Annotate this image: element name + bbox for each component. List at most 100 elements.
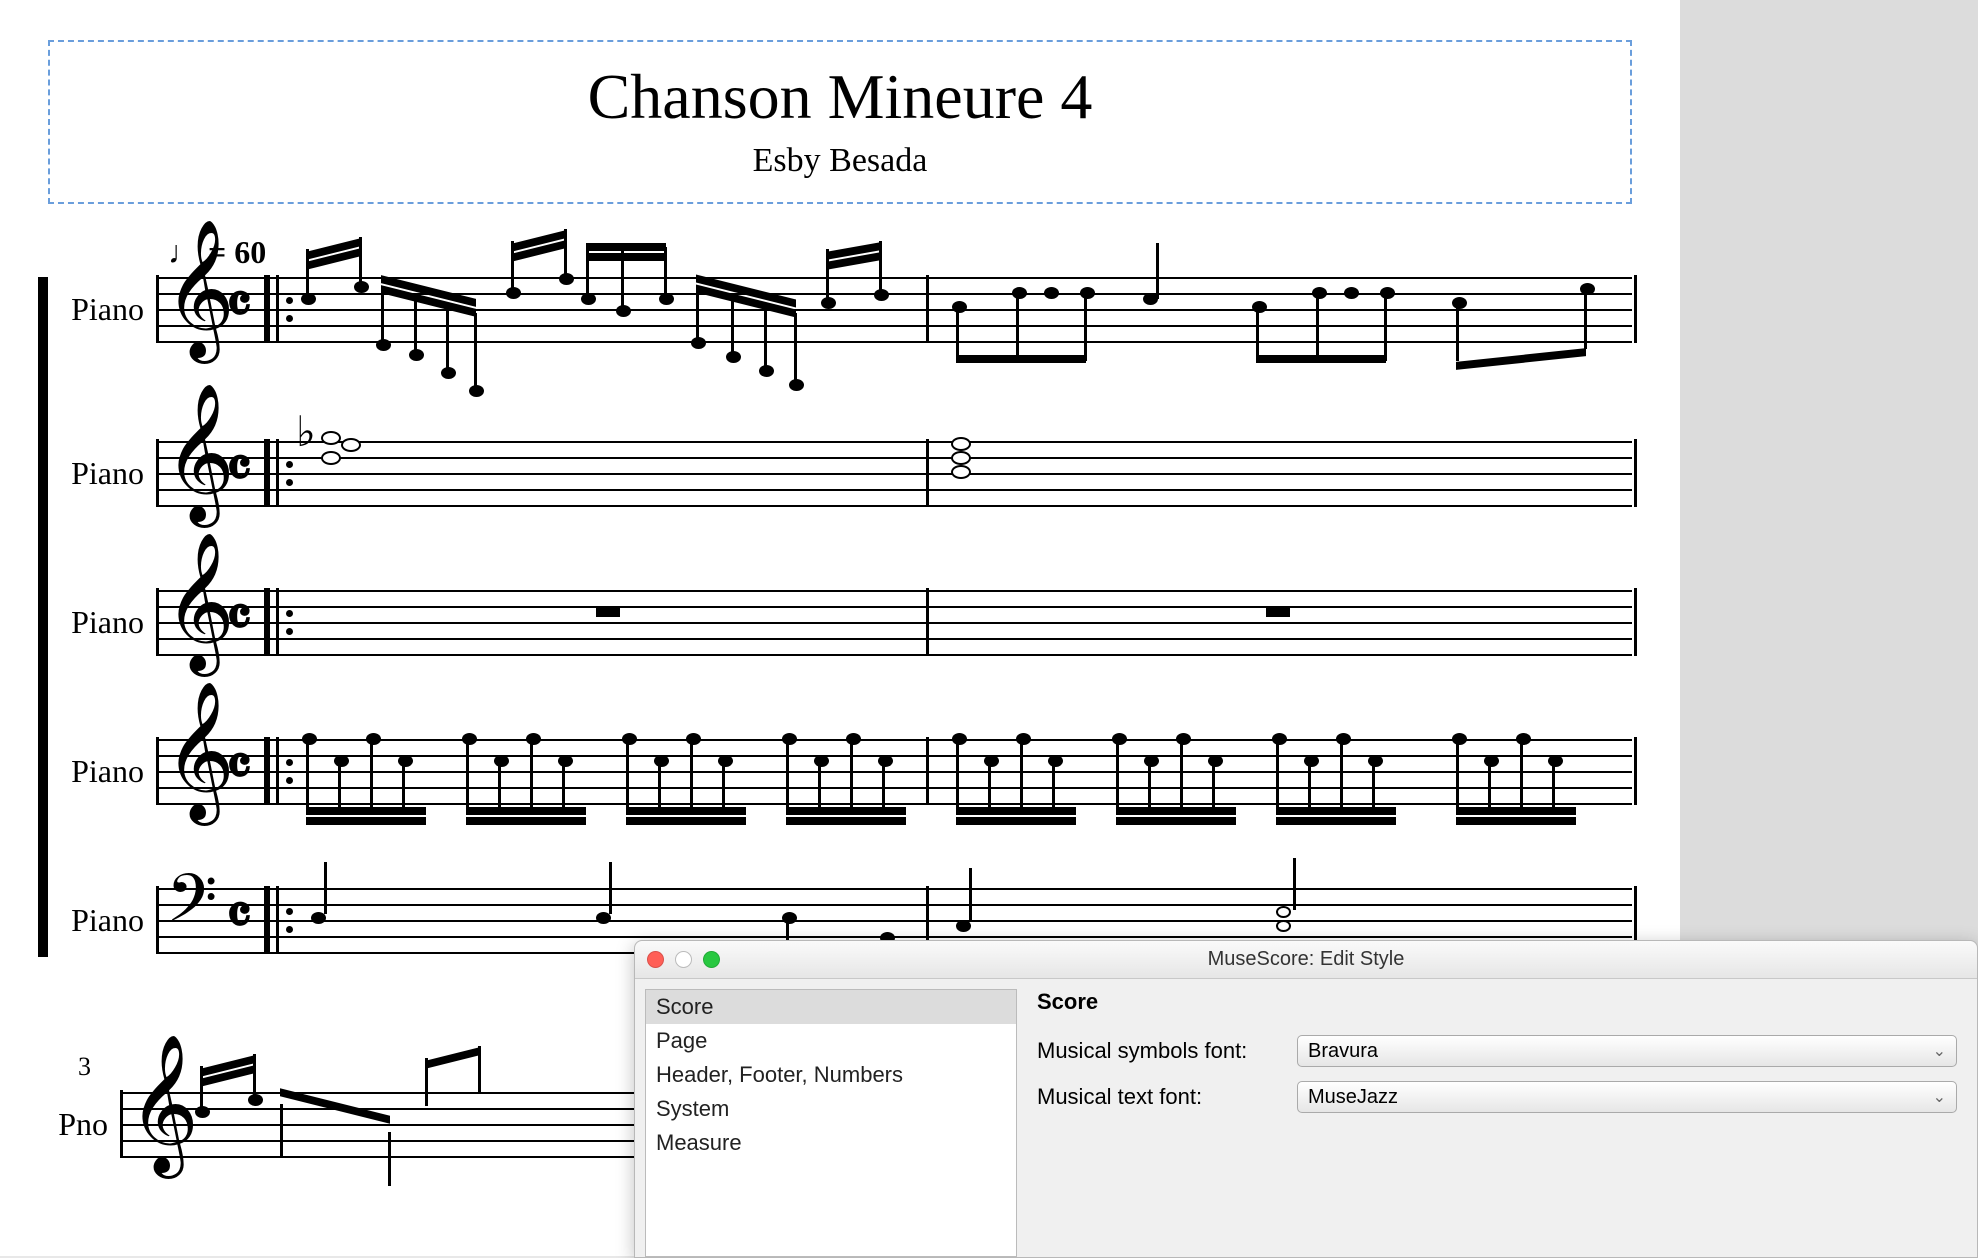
note-head: [1112, 733, 1127, 745]
note-head: [691, 337, 706, 349]
beam: [956, 807, 1076, 815]
beam: [1456, 348, 1586, 370]
category-list[interactable]: Score Page Header, Footer, Numbers Syste…: [645, 989, 1017, 1257]
whole-note: [951, 451, 971, 465]
note-head: [686, 733, 701, 745]
note-head: [814, 755, 829, 767]
minimize-button[interactable]: [675, 951, 692, 968]
stem: [664, 247, 667, 299]
staff-s2-1[interactable]: 𝄞: [120, 1092, 640, 1156]
form-row-text-font: Musical text font: MuseJazz ⌄: [1037, 1081, 1957, 1113]
note-head: [1368, 755, 1383, 767]
beam: [586, 253, 666, 261]
select-value: Bravura: [1308, 1040, 1378, 1063]
note-head: [846, 733, 861, 745]
note-head: [248, 1094, 263, 1106]
beam: [466, 807, 586, 815]
staff-lines: [156, 590, 1632, 654]
score-composer[interactable]: Esby Besada: [50, 142, 1630, 180]
repeat-barline-thin: [276, 439, 279, 507]
tempo-marking[interactable]: ♩ = 60: [168, 234, 1632, 271]
category-item-page[interactable]: Page: [646, 1024, 1016, 1058]
beam: [956, 817, 1076, 825]
time-signature: 𝄴: [226, 882, 252, 950]
repeat-dot: [286, 297, 293, 304]
note-head: [1304, 755, 1319, 767]
stem: [498, 763, 501, 815]
maximize-button[interactable]: [703, 951, 720, 968]
beam: [1116, 807, 1236, 815]
stem: [1372, 763, 1375, 815]
note-head: [782, 912, 797, 924]
repeat-dot: [286, 610, 293, 617]
category-item-header-footer[interactable]: Header, Footer, Numbers: [646, 1058, 1016, 1092]
note-head: [469, 385, 484, 397]
instrument-label-1[interactable]: Piano: [48, 291, 144, 328]
instrument-label-4[interactable]: Piano: [48, 753, 144, 790]
system-1[interactable]: Piano 𝄞 𝄴: [48, 277, 1632, 952]
staff-4[interactable]: 𝄞 𝄴: [156, 739, 1632, 803]
treble-clef-icon: 𝄞: [164, 542, 235, 662]
beam: [956, 355, 1086, 363]
treble-clef-icon: 𝄞: [164, 691, 235, 811]
instrument-label-2[interactable]: Piano: [48, 455, 144, 492]
stem: [530, 741, 533, 815]
instrument-label-5[interactable]: Piano: [48, 902, 144, 939]
whole-note: [321, 451, 341, 465]
score-title[interactable]: Chanson Mineure 4: [50, 60, 1630, 134]
repeat-dot: [286, 777, 293, 784]
stem: [1552, 763, 1555, 815]
stem: [882, 763, 885, 815]
note-head: [494, 755, 509, 767]
beam: [786, 817, 906, 825]
repeat-barline-thin: [276, 886, 279, 954]
title-frame-selection[interactable]: Chanson Mineure 4 Esby Besada: [48, 40, 1632, 204]
edit-style-dialog[interactable]: MuseScore: Edit Style Score Page Header,…: [634, 940, 1978, 1258]
note-head: [789, 379, 804, 391]
beam: [306, 807, 426, 815]
repeat-barline: [264, 439, 270, 507]
dialog-titlebar[interactable]: MuseScore: Edit Style: [635, 941, 1977, 979]
instrument-label-s2[interactable]: Pno: [48, 1106, 108, 1143]
note-head: [952, 733, 967, 745]
staff-1[interactable]: 𝄞 𝄴: [156, 277, 1632, 341]
staff-2[interactable]: 𝄞 𝄴 ♭: [156, 441, 1632, 505]
symbols-font-label: Musical symbols font:: [1037, 1038, 1297, 1064]
beam: [1456, 807, 1576, 815]
category-item-score[interactable]: Score: [646, 990, 1016, 1024]
chevron-down-icon: ⌄: [1933, 1041, 1946, 1061]
staff-3[interactable]: 𝄞 𝄴: [156, 590, 1632, 654]
note-head: [1208, 755, 1223, 767]
note-head: [398, 755, 413, 767]
note-head: [659, 293, 674, 305]
note-head: [1143, 293, 1158, 305]
stem: [956, 741, 959, 815]
stem: [1276, 741, 1279, 815]
stem: [1520, 741, 1523, 815]
stem: [511, 241, 514, 293]
category-item-measure[interactable]: Measure: [646, 1126, 1016, 1160]
barline-start: [156, 886, 159, 954]
symbols-font-select[interactable]: Bravura ⌄: [1297, 1035, 1957, 1067]
category-item-system[interactable]: System: [646, 1092, 1016, 1126]
repeat-dot: [286, 315, 293, 322]
stem: [722, 763, 725, 815]
whole-note: [951, 465, 971, 479]
beam: [1276, 807, 1396, 815]
repeat-barline: [264, 886, 270, 954]
instrument-label-3[interactable]: Piano: [48, 604, 144, 641]
stem: [586, 247, 589, 299]
text-font-select[interactable]: MuseJazz ⌄: [1297, 1081, 1957, 1113]
stem: [446, 305, 449, 375]
staff-lines: [156, 739, 1632, 803]
stem: [658, 763, 661, 815]
whole-rest-icon: [1266, 607, 1290, 617]
note-head: [1516, 733, 1531, 745]
stem: [1256, 309, 1259, 361]
close-button[interactable]: [647, 951, 664, 968]
note-head: [334, 755, 349, 767]
barline-mid: [926, 588, 929, 656]
note-head: [354, 281, 369, 293]
note-head: [526, 733, 541, 745]
stem: [474, 313, 477, 393]
